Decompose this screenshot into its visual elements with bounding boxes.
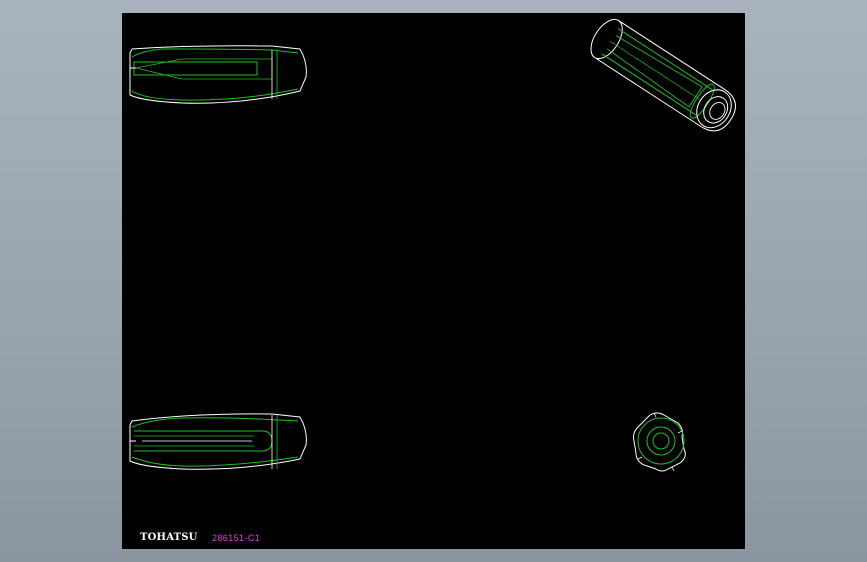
- top-view: [129, 45, 307, 104]
- drawing-sheet: [129, 18, 736, 472]
- front-view: [129, 413, 307, 470]
- end-view: [633, 412, 686, 472]
- brand-logo-text: TOHATSU: [140, 532, 198, 543]
- isometric-view: [590, 18, 736, 132]
- part-number-label: 286151-C1: [212, 533, 261, 543]
- cad-viewport[interactable]: TOHATSU 286151-C1: [122, 13, 745, 549]
